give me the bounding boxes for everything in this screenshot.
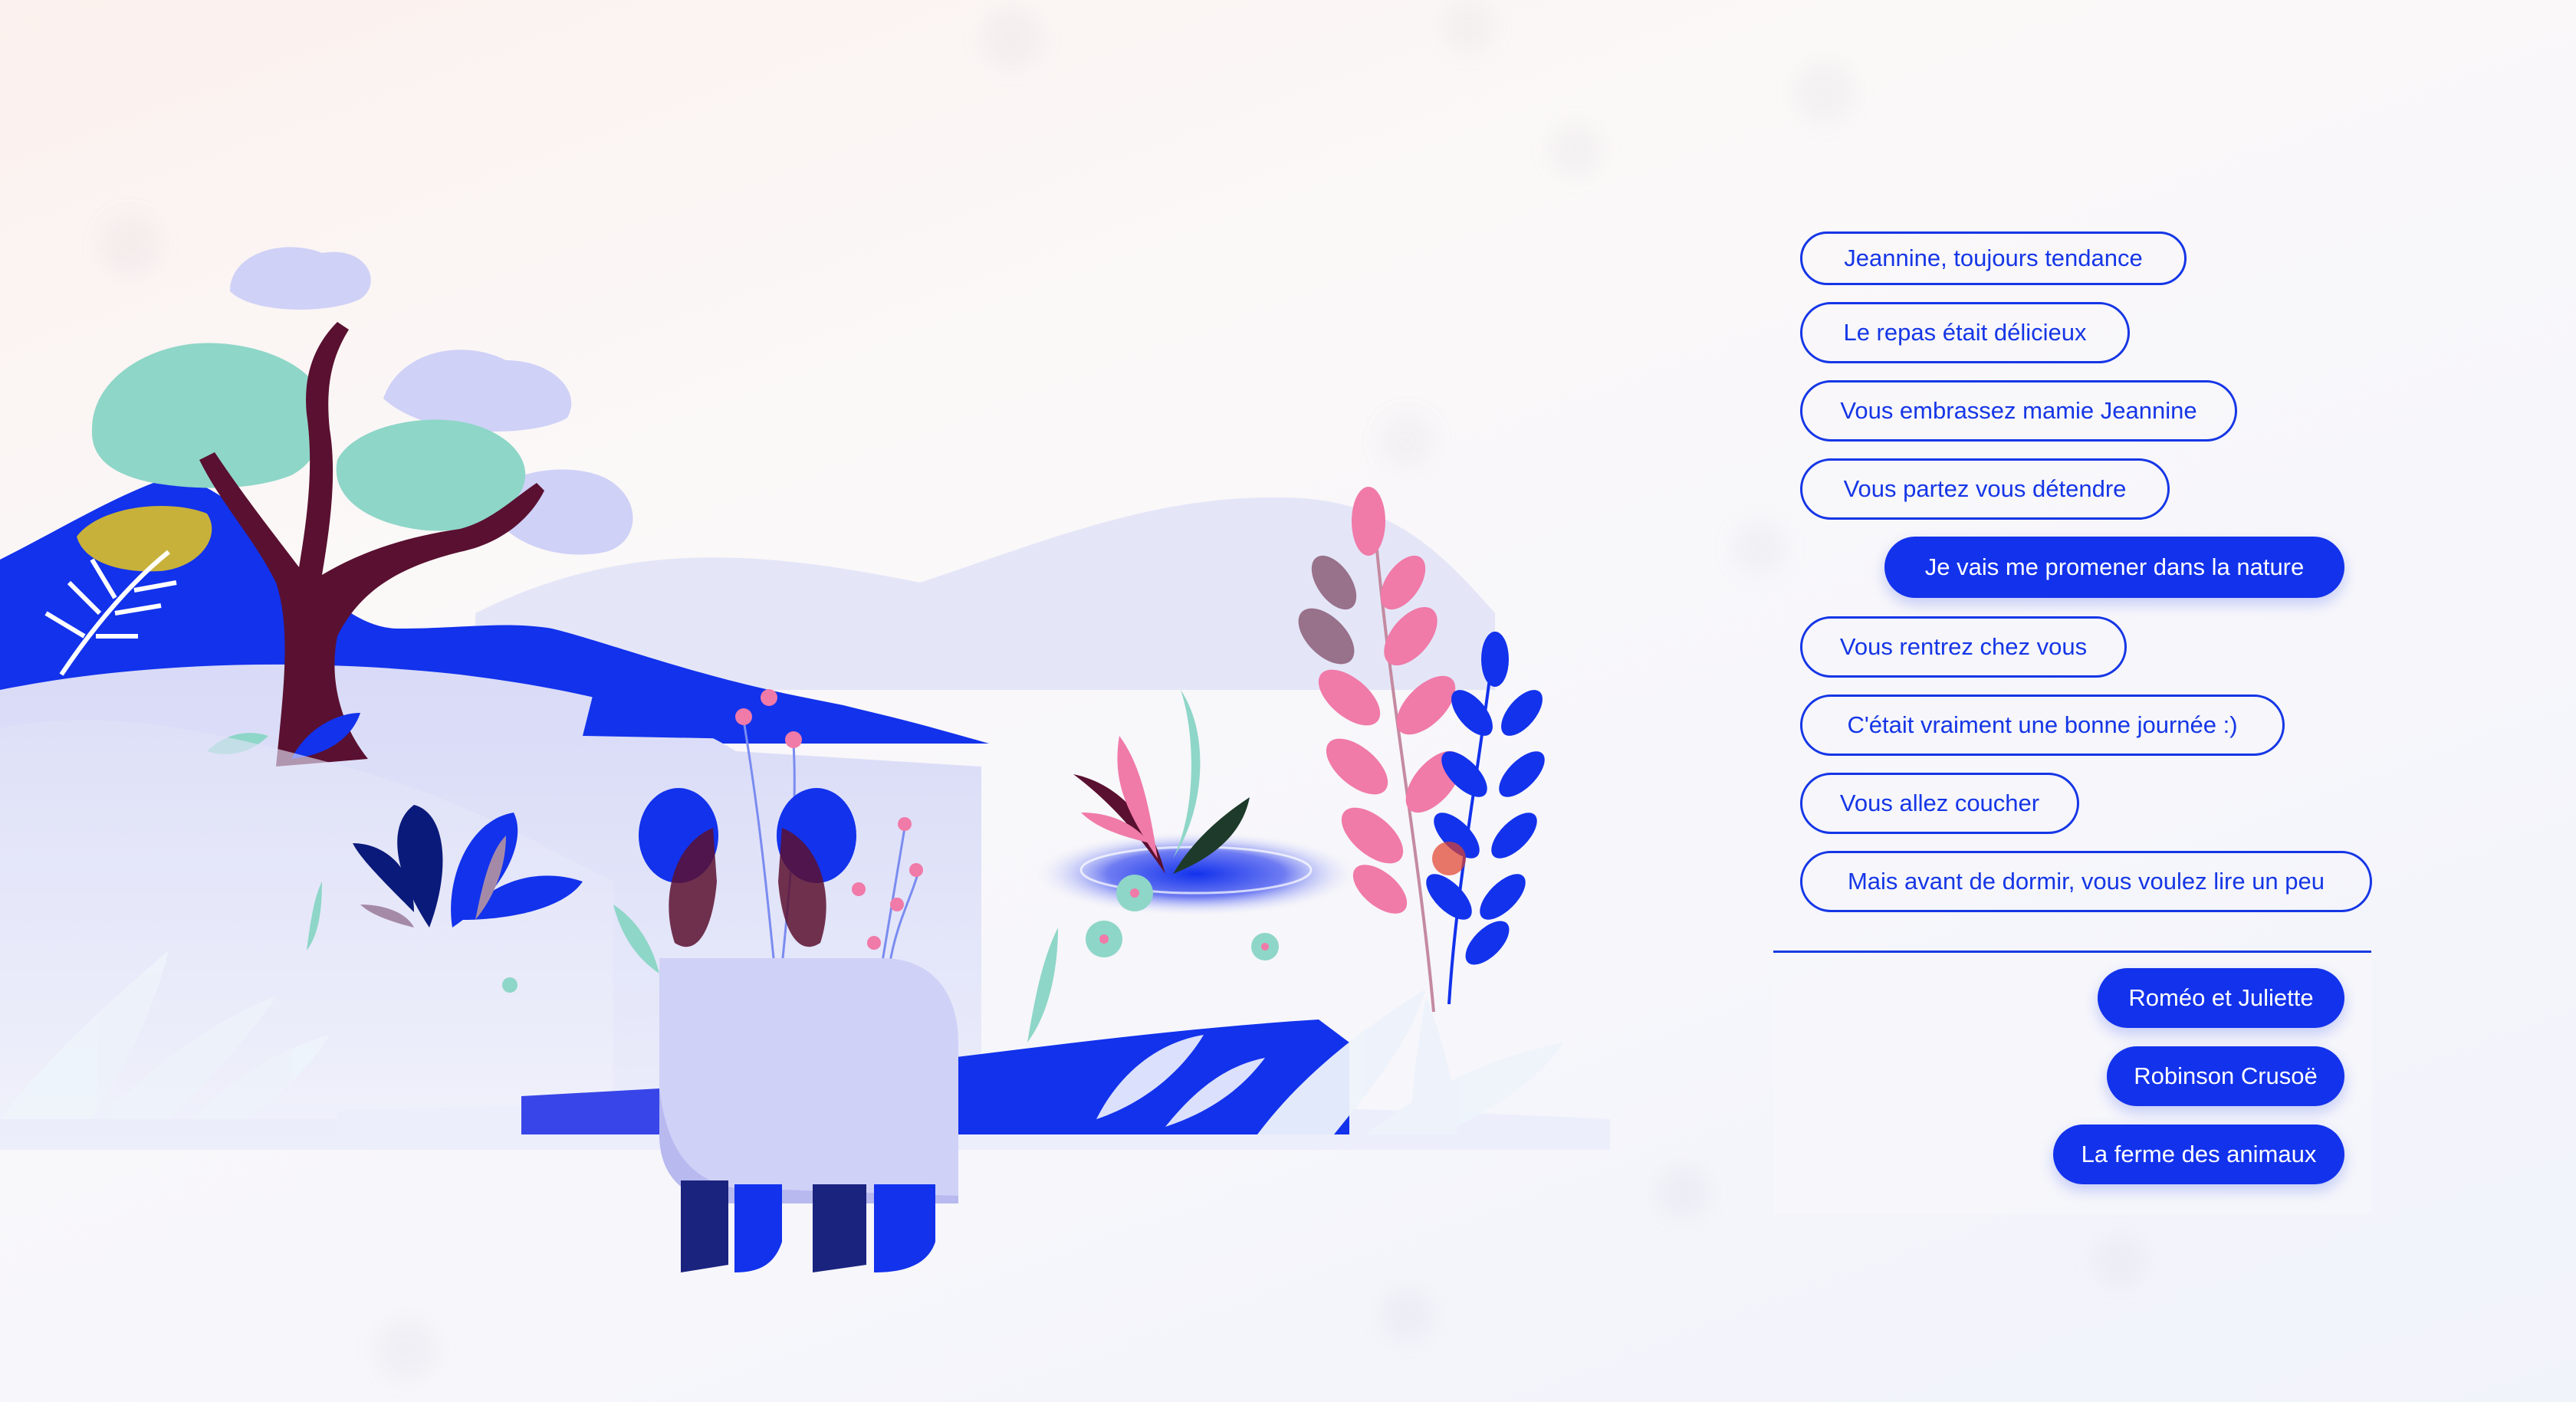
background-dot [2093,1234,2147,1288]
berry [909,863,923,877]
canopy-lavender [383,350,572,432]
berry [890,898,904,911]
box-leg [874,1184,935,1272]
message-bubble: Vous allez coucher [1800,773,2079,834]
message-bubble: Vous embrassez mamie Jeannine [1800,380,2237,442]
berry [761,689,777,706]
berry [735,708,752,725]
berry [852,882,866,896]
message-bubble: Vous partez vous détendre [1800,458,2170,520]
choice-button-la-ferme-des-animaux[interactable]: La ferme des animaux [2053,1125,2344,1184]
choice-button-romeo-et-juliette[interactable]: Roméo et Juliette [2098,968,2344,1028]
berry [785,731,802,748]
message-bubble: Mais avant de dormir, vous voulez lire u… [1800,851,2372,912]
lavender-box [659,958,958,1203]
box-leg [681,1180,728,1272]
message-bubble: Vous rentrez chez vous [1800,616,2127,678]
message-bubble: Jeannine, toujours tendance [1800,231,2187,285]
nature-landscape-illustration [0,247,1610,1272]
box-leg [734,1184,782,1272]
berry [867,936,881,950]
red-blob [1432,842,1466,875]
message-bubble: Le repas était délicieux [1800,302,2130,363]
message-bubble: C'était vraiment une bonne journée :) [1800,694,2285,756]
berry [898,817,912,831]
canopy-lavender [230,247,371,310]
blue-ground [521,1088,659,1134]
background-dot [1794,61,1855,123]
box-leg [813,1184,866,1272]
conversation-divider [1773,951,2371,953]
user-message-bubble: Je vais me promener dans la nature [1884,537,2344,598]
choice-button-robinson-crusoe[interactable]: Robinson Crusoë [2107,1046,2344,1106]
